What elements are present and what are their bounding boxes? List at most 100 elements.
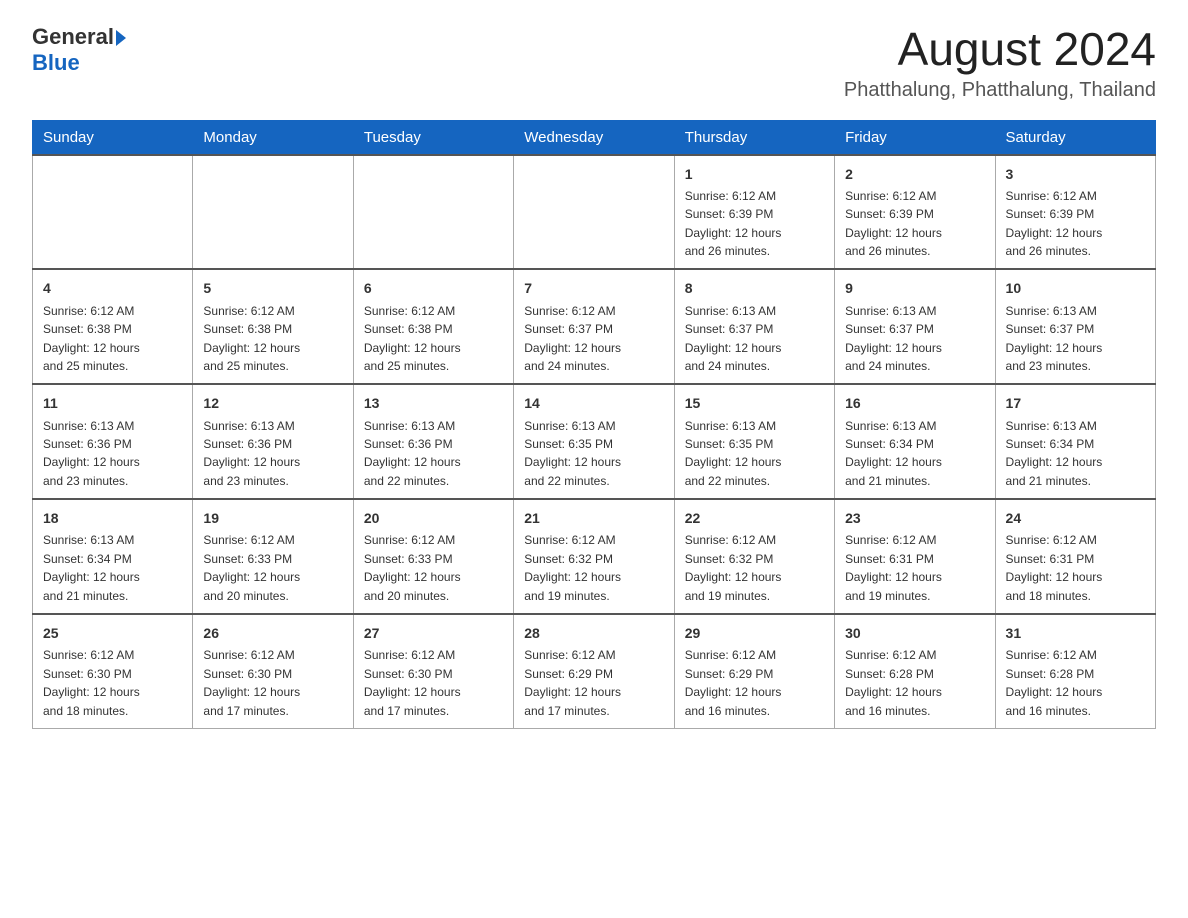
calendar-cell: 2 Sunrise: 6:12 AM Sunset: 6:39 PM Daylig…	[835, 155, 995, 270]
calendar-week-1: 1Sunrise: 6:12 AM Sunset: 6:39 PM Daylig…	[33, 155, 1156, 270]
logo-blue: Blue	[32, 50, 80, 75]
calendar-cell: 22 Sunrise: 6:12 AM Sunset: 6:32 PM Dayli…	[674, 499, 834, 614]
day-info: Sunrise: 6:13 AM Sunset: 6:36 PM Dayligh…	[364, 419, 461, 488]
day-number: 20	[364, 508, 503, 528]
day-number: 18	[43, 508, 182, 528]
day-info: Sunrise: 6:12 AM Sunset: 6:30 PM Dayligh…	[43, 648, 140, 717]
day-number: 19	[203, 508, 342, 528]
day-number: 6	[364, 278, 503, 298]
calendar-cell: 24 Sunrise: 6:12 AM Sunset: 6:31 PM Dayli…	[995, 499, 1155, 614]
calendar-week-2: 4Sunrise: 6:12 AM Sunset: 6:38 PM Daylig…	[33, 269, 1156, 384]
day-number: 16	[845, 393, 984, 413]
day-info: Sunrise: 6:13 AM Sunset: 6:37 PM Dayligh…	[1006, 304, 1103, 373]
day-info: Sunrise: 6:13 AM Sunset: 6:37 PM Dayligh…	[685, 304, 782, 373]
day-number: 10	[1006, 278, 1145, 298]
logo-general: General	[32, 24, 114, 50]
calendar-week-4: 18 Sunrise: 6:13 AM Sunset: 6:34 PM Dayli…	[33, 499, 1156, 614]
day-number: 28	[524, 623, 663, 643]
day-info: Sunrise: 6:13 AM Sunset: 6:34 PM Dayligh…	[43, 533, 140, 602]
month-year-title: August 2024	[844, 24, 1156, 75]
day-info: Sunrise: 6:12 AM Sunset: 6:38 PM Dayligh…	[203, 304, 300, 373]
weekday-header-thursday: Thursday	[674, 120, 834, 155]
day-number: 27	[364, 623, 503, 643]
day-number: 13	[364, 393, 503, 413]
day-info: Sunrise: 6:12 AM Sunset: 6:29 PM Dayligh…	[524, 648, 621, 717]
day-number: 9	[845, 278, 984, 298]
day-info: Sunrise: 6:12 AM Sunset: 6:38 PM Dayligh…	[364, 304, 461, 373]
day-info: Sunrise: 6:12 AM Sunset: 6:30 PM Dayligh…	[364, 648, 461, 717]
day-number: 29	[685, 623, 824, 643]
calendar-cell: 30 Sunrise: 6:12 AM Sunset: 6:28 PM Dayli…	[835, 614, 995, 728]
calendar-cell: 1Sunrise: 6:12 AM Sunset: 6:39 PM Daylig…	[674, 155, 834, 270]
calendar-cell: 31 Sunrise: 6:12 AM Sunset: 6:28 PM Dayli…	[995, 614, 1155, 728]
day-number: 2	[845, 164, 984, 184]
calendar-table: SundayMondayTuesdayWednesdayThursdayFrid…	[32, 120, 1156, 729]
day-info: Sunrise: 6:12 AM Sunset: 6:33 PM Dayligh…	[364, 533, 461, 602]
calendar-cell: 28 Sunrise: 6:12 AM Sunset: 6:29 PM Dayli…	[514, 614, 674, 728]
day-number: 8	[685, 278, 824, 298]
day-number: 17	[1006, 393, 1145, 413]
day-info: Sunrise: 6:12 AM Sunset: 6:31 PM Dayligh…	[1006, 533, 1103, 602]
calendar-cell: 7 Sunrise: 6:12 AM Sunset: 6:37 PM Daylig…	[514, 269, 674, 384]
logo: General Blue	[32, 24, 126, 76]
calendar-cell: 4Sunrise: 6:12 AM Sunset: 6:38 PM Daylig…	[33, 269, 193, 384]
logo-arrow-icon	[116, 30, 126, 46]
calendar-cell: 19 Sunrise: 6:12 AM Sunset: 6:33 PM Dayli…	[193, 499, 353, 614]
day-info: Sunrise: 6:12 AM Sunset: 6:32 PM Dayligh…	[524, 533, 621, 602]
calendar-cell: 14 Sunrise: 6:13 AM Sunset: 6:35 PM Dayli…	[514, 384, 674, 499]
day-number: 31	[1006, 623, 1145, 643]
calendar-week-5: 25 Sunrise: 6:12 AM Sunset: 6:30 PM Dayli…	[33, 614, 1156, 728]
calendar-body: 1Sunrise: 6:12 AM Sunset: 6:39 PM Daylig…	[33, 155, 1156, 729]
calendar-cell	[353, 155, 513, 270]
weekday-header-wednesday: Wednesday	[514, 120, 674, 155]
day-number: 21	[524, 508, 663, 528]
day-info: Sunrise: 6:13 AM Sunset: 6:34 PM Dayligh…	[845, 419, 942, 488]
day-number: 5	[203, 278, 342, 298]
calendar-cell: 17 Sunrise: 6:13 AM Sunset: 6:34 PM Dayli…	[995, 384, 1155, 499]
day-info: Sunrise: 6:12 AM Sunset: 6:39 PM Dayligh…	[845, 189, 942, 258]
calendar-cell: 11Sunrise: 6:13 AM Sunset: 6:36 PM Dayli…	[33, 384, 193, 499]
day-info: Sunrise: 6:12 AM Sunset: 6:31 PM Dayligh…	[845, 533, 942, 602]
calendar-cell: 21 Sunrise: 6:12 AM Sunset: 6:32 PM Dayli…	[514, 499, 674, 614]
title-block: August 2024 Phatthalung, Phatthalung, Th…	[844, 24, 1156, 102]
calendar-cell: 15 Sunrise: 6:13 AM Sunset: 6:35 PM Dayli…	[674, 384, 834, 499]
day-info: Sunrise: 6:12 AM Sunset: 6:29 PM Dayligh…	[685, 648, 782, 717]
location-subtitle: Phatthalung, Phatthalung, Thailand	[844, 79, 1156, 102]
weekday-header-sunday: Sunday	[33, 120, 193, 155]
day-info: Sunrise: 6:12 AM Sunset: 6:39 PM Dayligh…	[1006, 189, 1103, 258]
calendar-cell: 27 Sunrise: 6:12 AM Sunset: 6:30 PM Dayli…	[353, 614, 513, 728]
day-number: 22	[685, 508, 824, 528]
calendar-cell	[514, 155, 674, 270]
day-info: Sunrise: 6:12 AM Sunset: 6:28 PM Dayligh…	[845, 648, 942, 717]
day-info: Sunrise: 6:12 AM Sunset: 6:28 PM Dayligh…	[1006, 648, 1103, 717]
day-info: Sunrise: 6:12 AM Sunset: 6:38 PM Dayligh…	[43, 304, 140, 373]
day-number: 3	[1006, 164, 1145, 184]
day-number: 7	[524, 278, 663, 298]
day-number: 12	[203, 393, 342, 413]
day-number: 15	[685, 393, 824, 413]
calendar-cell: 23 Sunrise: 6:12 AM Sunset: 6:31 PM Dayli…	[835, 499, 995, 614]
calendar-cell: 20 Sunrise: 6:12 AM Sunset: 6:33 PM Dayli…	[353, 499, 513, 614]
day-number: 24	[1006, 508, 1145, 528]
calendar-cell	[193, 155, 353, 270]
day-number: 26	[203, 623, 342, 643]
day-info: Sunrise: 6:13 AM Sunset: 6:34 PM Dayligh…	[1006, 419, 1103, 488]
calendar-cell: 13 Sunrise: 6:13 AM Sunset: 6:36 PM Dayli…	[353, 384, 513, 499]
weekday-header-saturday: Saturday	[995, 120, 1155, 155]
day-number: 30	[845, 623, 984, 643]
day-info: Sunrise: 6:12 AM Sunset: 6:32 PM Dayligh…	[685, 533, 782, 602]
day-info: Sunrise: 6:12 AM Sunset: 6:33 PM Dayligh…	[203, 533, 300, 602]
day-info: Sunrise: 6:13 AM Sunset: 6:35 PM Dayligh…	[685, 419, 782, 488]
calendar-cell: 26 Sunrise: 6:12 AM Sunset: 6:30 PM Dayli…	[193, 614, 353, 728]
weekday-header-tuesday: Tuesday	[353, 120, 513, 155]
day-number: 25	[43, 623, 182, 643]
day-number: 23	[845, 508, 984, 528]
calendar-week-3: 11Sunrise: 6:13 AM Sunset: 6:36 PM Dayli…	[33, 384, 1156, 499]
day-info: Sunrise: 6:13 AM Sunset: 6:35 PM Dayligh…	[524, 419, 621, 488]
calendar-cell: 5 Sunrise: 6:12 AM Sunset: 6:38 PM Daylig…	[193, 269, 353, 384]
day-info: Sunrise: 6:12 AM Sunset: 6:30 PM Dayligh…	[203, 648, 300, 717]
calendar-cell: 29 Sunrise: 6:12 AM Sunset: 6:29 PM Dayli…	[674, 614, 834, 728]
day-info: Sunrise: 6:12 AM Sunset: 6:37 PM Dayligh…	[524, 304, 621, 373]
day-number: 14	[524, 393, 663, 413]
calendar-cell: 8 Sunrise: 6:13 AM Sunset: 6:37 PM Daylig…	[674, 269, 834, 384]
